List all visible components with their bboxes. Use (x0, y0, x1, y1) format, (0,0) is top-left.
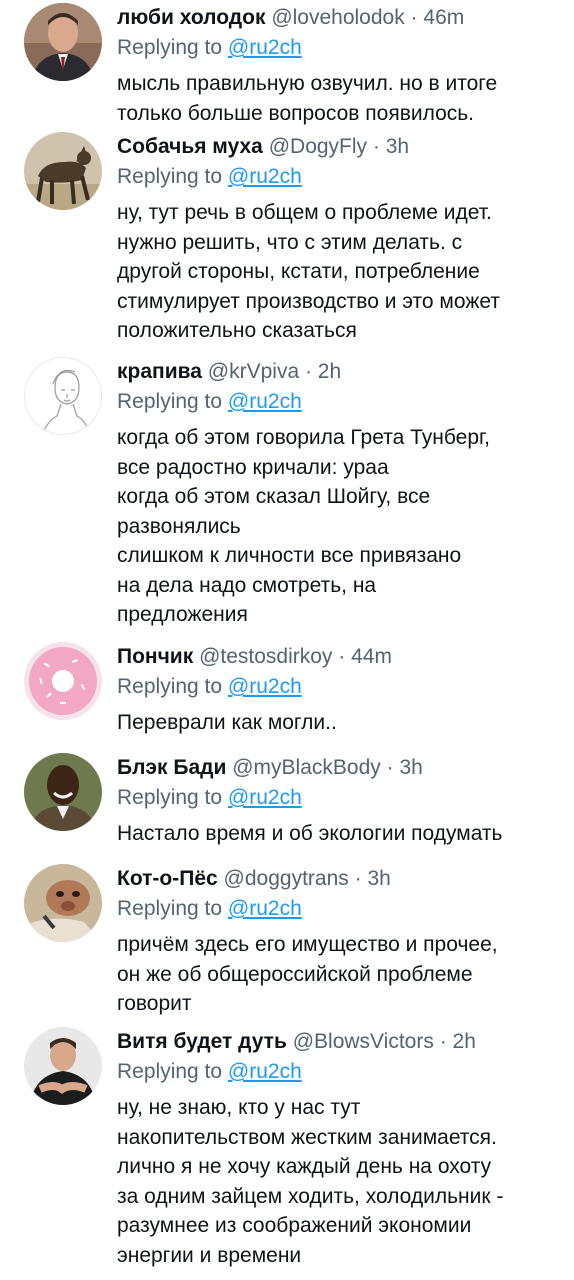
avatar[interactable] (24, 357, 102, 435)
tweet-header: люби холодок @loveholodok · 46m (117, 3, 560, 33)
tweet-text-line: положительно сказаться (117, 319, 357, 342)
separator-dot: · (433, 1030, 453, 1053)
display-name[interactable]: Блэк Бади (117, 756, 226, 779)
timestamp[interactable]: 2h (318, 360, 341, 383)
replying-label: Replying to (117, 390, 223, 413)
tweet-text-line: Настало время и об экологии подумать (117, 822, 503, 845)
avatar[interactable] (24, 3, 102, 81)
user-handle[interactable]: @doggytrans (224, 867, 349, 890)
mention-link[interactable]: @ru2ch (228, 675, 302, 698)
user-handle[interactable]: @krVpiva (208, 360, 299, 383)
replying-label: Replying to (117, 165, 223, 188)
tweet-text-line: ну, не знаю, кто у нас тут (117, 1096, 361, 1119)
mention-link[interactable]: @ru2ch (228, 1060, 302, 1083)
avatar[interactable] (24, 132, 102, 210)
display-name[interactable]: люби холодок (117, 6, 265, 29)
tweet-text: Переврали как могли.. (117, 708, 560, 738)
user-handle[interactable]: @DogyFly (269, 135, 367, 158)
separator-dot: · (332, 645, 352, 668)
user-handle[interactable]: @loveholodok (271, 6, 404, 29)
replying-to: Replying to @ru2ch (117, 33, 560, 63)
tweet-text-line: когда об этом сказал Шойгу, все (117, 485, 431, 508)
tweet-text-line: другой стороны, кстати, потребление (117, 260, 480, 283)
mention-link[interactable]: @ru2ch (228, 165, 302, 188)
replying-label: Replying to (117, 897, 223, 920)
replying-to: Replying to @ru2ch (117, 162, 560, 192)
tweet-text-line: только больше вопросов появилось. (117, 101, 475, 125)
separator-dot: · (404, 6, 424, 29)
tweet-text-line: когда об этом говорила Грета Тунберг, (117, 426, 490, 449)
tweet-text-line: Переврали как могли.. (117, 711, 337, 734)
tweet-text-line: на дела надо смотреть, на (117, 573, 377, 597)
tweet-text-line: накопительством жестким занимается. (117, 1125, 497, 1149)
separator-dot: · (299, 360, 318, 383)
tweet-header: Витя будет дуть @BlowsVictors · 2h (117, 1027, 560, 1057)
tweet-text: Настало время и об экологии подумать (117, 819, 560, 849)
separator-dot: · (367, 135, 386, 158)
tweet-header: Пончик @testosdirkoy · 44m (117, 642, 560, 672)
mention-link[interactable]: @ru2ch (228, 36, 302, 59)
replying-to: Replying to @ru2ch (117, 1057, 560, 1087)
avatar[interactable] (24, 1027, 102, 1105)
display-name[interactable]: Кот-о-Пёс (117, 867, 218, 890)
mention-link[interactable]: @ru2ch (228, 897, 302, 920)
timestamp[interactable]: 2h (453, 1030, 476, 1053)
tweet-header: Блэк Бади @myBlackBody · 3h (117, 753, 560, 783)
tweet-header: Собачья муха @DogyFly · 3h (117, 132, 560, 162)
tweet-text: ну, не знаю, кто у нас тут накопительств… (117, 1093, 560, 1270)
timestamp[interactable]: 3h (367, 867, 390, 890)
tweet-text-line: все радостно кричали: ураа (117, 455, 389, 479)
replying-to: Replying to @ru2ch (117, 387, 560, 417)
tweet-text: ну, тут речь в общем о проблеме идет. ну… (117, 198, 560, 346)
mention-link[interactable]: @ru2ch (228, 390, 302, 413)
timestamp[interactable]: 3h (399, 756, 422, 779)
tweet-text-line: развонялись (117, 514, 241, 538)
replying-label: Replying to (117, 675, 223, 698)
tweet-text-line: говорит (117, 992, 192, 1015)
user-handle[interactable]: @BlowsVictors (293, 1030, 434, 1053)
display-name[interactable]: Пончик (117, 645, 193, 668)
user-handle[interactable]: @testosdirkoy (199, 645, 332, 668)
user-handle[interactable]: @myBlackBody (232, 756, 381, 779)
tweet-text: причём здесь его имущество и прочее, он … (117, 930, 560, 1019)
separator-dot: · (348, 867, 368, 890)
tweet-text-line: за одним зайцем ходить, холодильник - (117, 1184, 504, 1208)
mention-link[interactable]: @ru2ch (228, 786, 302, 809)
avatar[interactable] (24, 642, 102, 720)
replying-label: Replying to (117, 1060, 223, 1083)
tweet-text: мысль правильную озвучил. но в итоге тол… (117, 69, 560, 128)
tweet-text-line: лично я не хочу каждый день на охоту (117, 1155, 492, 1178)
tweet-text-line: нужно решить, что с этим делать. с (117, 230, 463, 254)
tweet-text-line: энергии и времени (117, 1243, 302, 1267)
tweet-text-line: ну, тут речь в общем о проблеме идет. (117, 201, 492, 224)
tweet-text-line: предложения (117, 603, 248, 626)
avatar[interactable] (24, 753, 102, 831)
tweet-text-line: мысль правильную озвучил. но в итоге (117, 72, 498, 95)
tweet-header: крапива @krVpiva · 2h (117, 357, 560, 387)
display-name[interactable]: Собачья муха (117, 135, 263, 158)
separator-dot: · (380, 756, 400, 779)
tweet-header: Кот-о-Пёс @doggytrans · 3h (117, 864, 560, 894)
tweet-text-line: причём здесь его имущество и прочее, (117, 933, 498, 956)
replying-to: Replying to @ru2ch (117, 672, 560, 702)
replying-label: Replying to (117, 786, 223, 809)
replying-label: Replying to (117, 36, 223, 59)
timestamp[interactable]: 46m (423, 6, 464, 29)
tweet-text-line: он же об общероссийской проблеме (117, 962, 473, 986)
replying-to: Replying to @ru2ch (117, 894, 560, 924)
tweet-text-line: стимулирует производство и это может (117, 289, 500, 313)
tweet-text-line: разумнее из соображений экономии (117, 1214, 472, 1237)
avatar[interactable] (24, 864, 102, 942)
timestamp[interactable]: 44m (351, 645, 392, 668)
display-name[interactable]: Витя будет дуть (117, 1030, 287, 1053)
timestamp[interactable]: 3h (386, 135, 409, 158)
display-name[interactable]: крапива (117, 360, 202, 383)
tweet-text-line: слишком к личности все привязано (117, 544, 462, 567)
replying-to: Replying to @ru2ch (117, 783, 560, 813)
tweet-text: когда об этом говорила Грета Тунберг, вс… (117, 423, 560, 630)
